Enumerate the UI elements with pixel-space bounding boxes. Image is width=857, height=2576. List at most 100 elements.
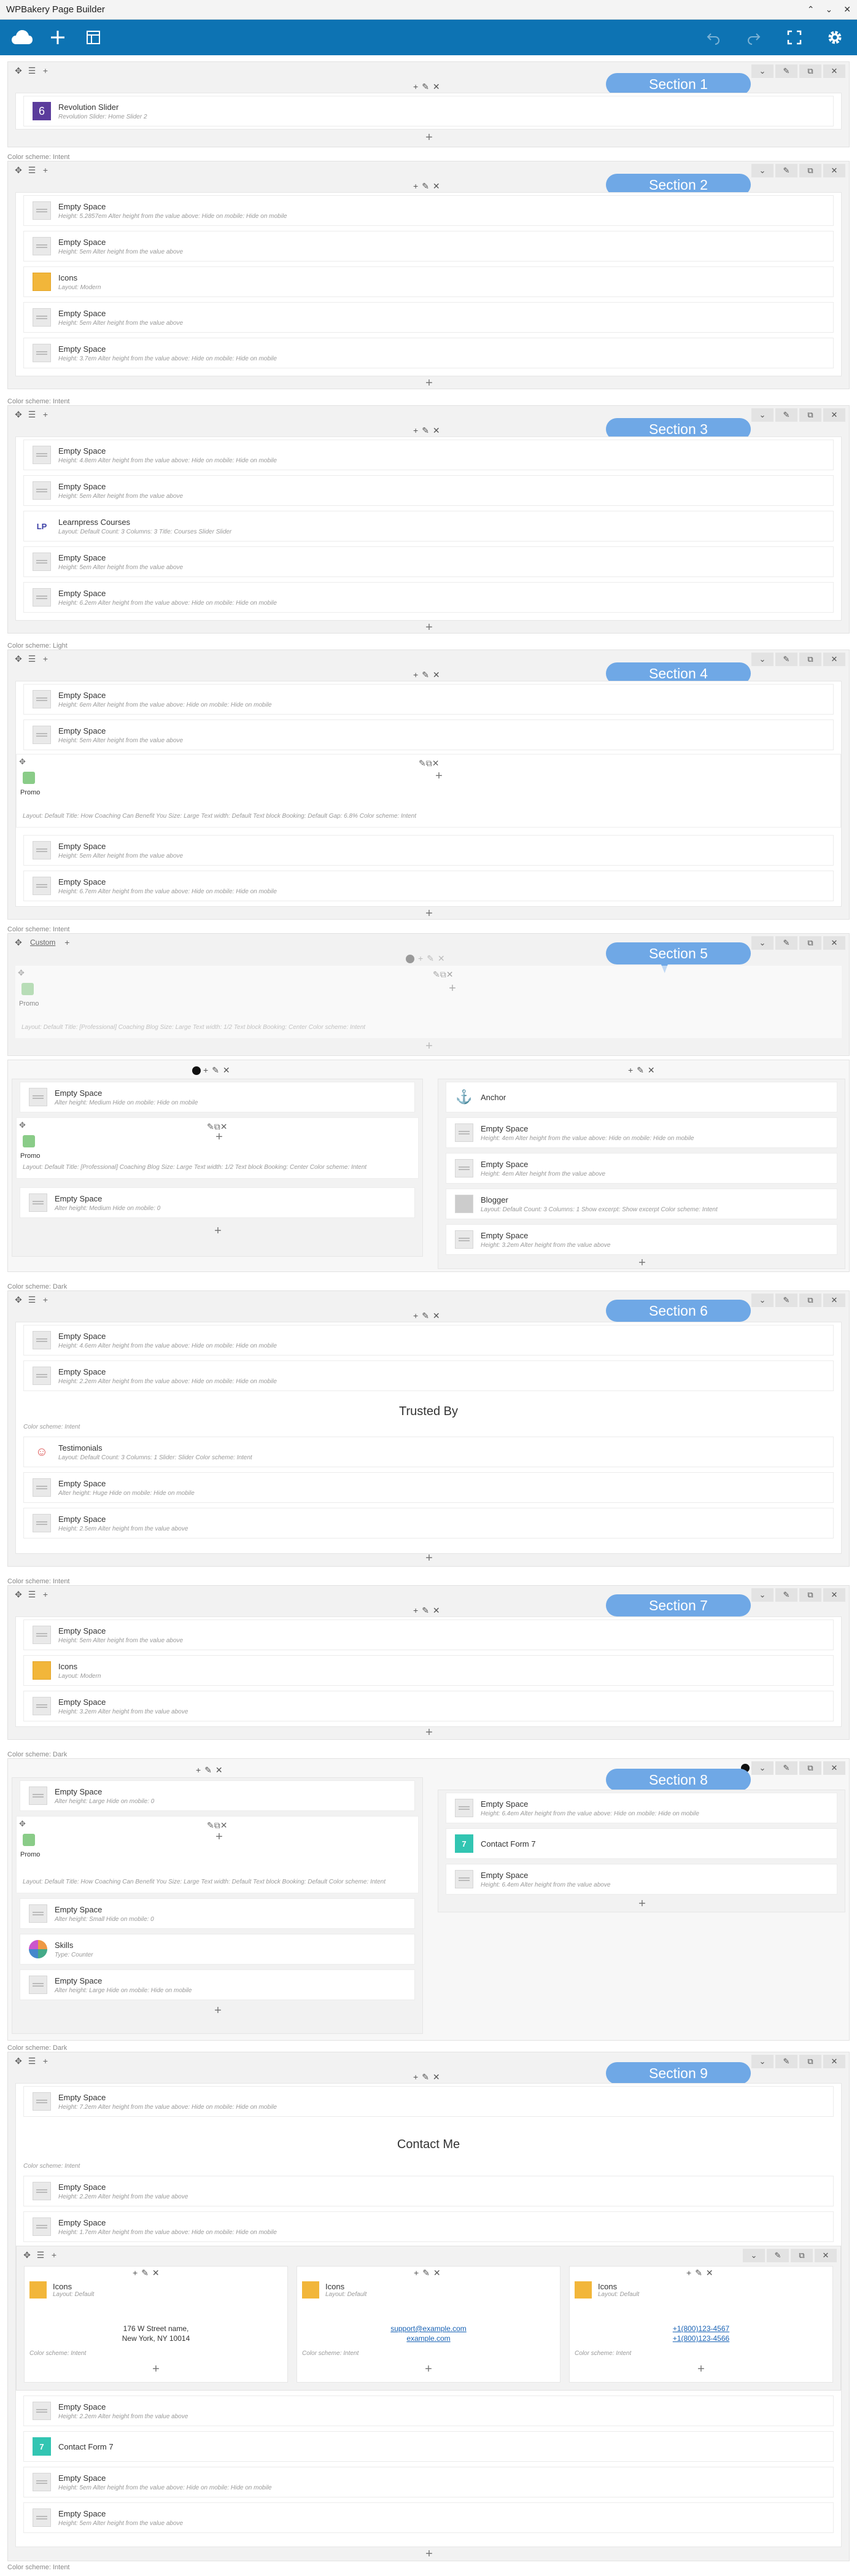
layout-icon[interactable]: ☰: [26, 2056, 37, 2066]
add-icon[interactable]: +: [413, 425, 418, 436]
skills-element[interactable]: Skills Type: Counter: [20, 1934, 415, 1965]
edit-icon[interactable]: ✎: [422, 1605, 429, 1616]
delete-row-icon[interactable]: ✕: [823, 1294, 845, 1307]
delete-icon[interactable]: ✕: [433, 181, 440, 192]
add-icon[interactable]: +: [413, 2072, 418, 2082]
drag-icon[interactable]: ✥: [13, 937, 24, 947]
add-column-icon[interactable]: +: [40, 409, 51, 419]
settings-gear-icon[interactable]: [821, 24, 848, 51]
delete-row-icon[interactable]: ✕: [823, 653, 845, 666]
empty-space-element[interactable]: Empty Space Height: 5em Alter height from…: [23, 720, 834, 750]
add-column-icon[interactable]: +: [48, 2250, 60, 2260]
contact-form-element[interactable]: 7 Contact Form 7: [23, 2431, 834, 2462]
phone-link[interactable]: +1(800)123-4566: [570, 2334, 832, 2343]
toggle-row-icon[interactable]: ⌄: [751, 1761, 774, 1775]
delete-icon[interactable]: ✕: [706, 2268, 713, 2278]
fullscreen-icon[interactable]: [781, 24, 808, 51]
drag-icon[interactable]: ✥: [13, 66, 24, 76]
promo-tools[interactable]: ✎⧉✕: [419, 758, 439, 769]
add-element-button[interactable]: +: [695, 2362, 707, 2376]
add-column-icon[interactable]: +: [40, 66, 51, 76]
phone-link[interactable]: +1(800)123-4567: [570, 2324, 832, 2333]
clone-row-icon[interactable]: ⧉: [799, 936, 821, 950]
add-element-button[interactable]: +: [212, 1224, 224, 1238]
revolution-slider-element[interactable]: 6 Revolution Slider Revolution Slider: Ho…: [23, 96, 834, 126]
delete-row-icon[interactable]: ✕: [815, 2249, 837, 2262]
add-element-button[interactable]: +: [150, 2362, 162, 2376]
clone-row-icon[interactable]: ⧉: [799, 408, 821, 422]
empty-space-element[interactable]: Empty Space Height: 7.2em Alter height fr…: [23, 2086, 834, 2117]
empty-space-element[interactable]: Empty Space Height: 5em Alter height from…: [23, 2502, 834, 2533]
add-column-icon[interactable]: +: [61, 937, 72, 947]
add-column-icon[interactable]: +: [40, 654, 51, 664]
edit-row-icon[interactable]: ✎: [775, 408, 797, 422]
add-column-icon[interactable]: +: [40, 1295, 51, 1305]
edit-row-icon[interactable]: ✎: [775, 1294, 797, 1307]
add-icon[interactable]: +: [686, 2268, 691, 2278]
empty-space-element[interactable]: Empty Space Height: 2.5em Alter height fr…: [23, 1508, 834, 1538]
icons-element[interactable]: Icons Layout: Default: [302, 2281, 366, 2299]
edit-icon[interactable]: ✎: [422, 82, 429, 92]
add-icon[interactable]: +: [196, 1765, 201, 1775]
templates-icon[interactable]: [80, 24, 107, 51]
empty-space-element[interactable]: Empty Space Height: 4.8em Alter height fr…: [23, 440, 834, 470]
icons-element[interactable]: Icons Layout: Default: [575, 2281, 639, 2299]
empty-space-element[interactable]: Empty Space Height: 4em Alter height from…: [446, 1153, 837, 1184]
edit-icon[interactable]: ✎: [422, 2268, 430, 2278]
edit-icon[interactable]: ✎: [141, 2268, 149, 2278]
drag-icon[interactable]: ✥: [21, 2250, 33, 2260]
heading-element[interactable]: Contact Me Color scheme: Intent: [16, 2122, 841, 2171]
empty-space-element[interactable]: Empty Space Height: 4.6em Alter height fr…: [23, 1325, 834, 1356]
empty-space-element[interactable]: Empty Space Height: 5em Alter height from…: [23, 2467, 834, 2497]
edit-row-icon[interactable]: ✎: [775, 936, 797, 950]
edit-row-icon[interactable]: ✎: [775, 653, 797, 666]
delete-icon[interactable]: ✕: [648, 1065, 655, 1076]
clone-row-icon[interactable]: ⧉: [799, 64, 821, 78]
learnpress-courses-element[interactable]: LP Learnpress Courses Layout: Default Coun…: [23, 511, 834, 541]
layout-icon[interactable]: ☰: [26, 1295, 37, 1305]
drag-icon[interactable]: ✥: [19, 757, 26, 767]
empty-space-element[interactable]: Empty Space Height: 5em Alter height from…: [23, 546, 834, 577]
delete-row-icon[interactable]: ✕: [823, 1761, 845, 1775]
delete-row-icon[interactable]: ✕: [823, 936, 845, 950]
edit-row-icon[interactable]: ✎: [775, 2055, 797, 2068]
edit-row-icon[interactable]: ✎: [775, 1588, 797, 1602]
add-element-button[interactable]: +: [423, 621, 435, 635]
email-link[interactable]: support@example.com: [297, 2324, 560, 2333]
add-column-icon[interactable]: +: [40, 165, 51, 175]
clone-row-icon[interactable]: ⧉: [799, 1294, 821, 1307]
empty-space-element[interactable]: Empty Space Height: 4em Alter height from…: [446, 1117, 837, 1148]
testimonials-element[interactable]: ☺ Testimonials Layout: Default Count: 3 Co…: [23, 1437, 834, 1467]
delete-icon[interactable]: ✕: [152, 2268, 160, 2278]
empty-space-element[interactable]: Empty Space Alter height: Medium Hide on …: [20, 1082, 415, 1112]
edit-row-icon[interactable]: ✎: [775, 1761, 797, 1775]
add-element-button[interactable]: +: [212, 2004, 224, 2018]
empty-space-element[interactable]: Empty Space Height: 5.2857em Alter height…: [23, 195, 834, 226]
empty-space-element[interactable]: Empty Space Height: 6.4em Alter height fr…: [446, 1864, 837, 1895]
promo-tools[interactable]: ✎⧉✕: [433, 969, 453, 980]
contact-form-element[interactable]: 7 Contact Form 7: [446, 1828, 837, 1859]
layout-icon[interactable]: ☰: [26, 165, 37, 175]
layout-icon[interactable]: ☰: [26, 654, 37, 664]
add-element-button[interactable]: +: [636, 1897, 648, 1911]
drag-icon[interactable]: ✥: [13, 409, 24, 419]
add-element-button[interactable]: +: [423, 1039, 435, 1053]
edit-row-icon[interactable]: ✎: [767, 2249, 789, 2262]
add-icon[interactable]: +: [413, 670, 418, 680]
add-element-icon[interactable]: [44, 24, 71, 51]
delete-icon[interactable]: ✕: [433, 425, 440, 436]
drag-icon[interactable]: ✥: [13, 1295, 24, 1305]
add-icon[interactable]: +: [133, 2268, 138, 2278]
clone-row-icon[interactable]: ⧉: [799, 2055, 821, 2068]
edit-icon[interactable]: ✎: [204, 1765, 212, 1775]
drag-icon[interactable]: ✥: [13, 654, 24, 664]
empty-space-element[interactable]: Empty Space Alter height: Large Hide on m…: [20, 1780, 415, 1811]
add-element-button[interactable]: +: [213, 1130, 225, 1144]
delete-icon[interactable]: ✕: [438, 953, 445, 964]
delete-row-icon[interactable]: ✕: [823, 164, 845, 177]
add-element-button[interactable]: +: [423, 376, 435, 390]
add-icon[interactable]: +: [414, 2268, 419, 2278]
delete-row-icon[interactable]: ✕: [823, 1588, 845, 1602]
undo-icon[interactable]: [700, 24, 727, 51]
add-element-button[interactable]: +: [423, 131, 435, 145]
